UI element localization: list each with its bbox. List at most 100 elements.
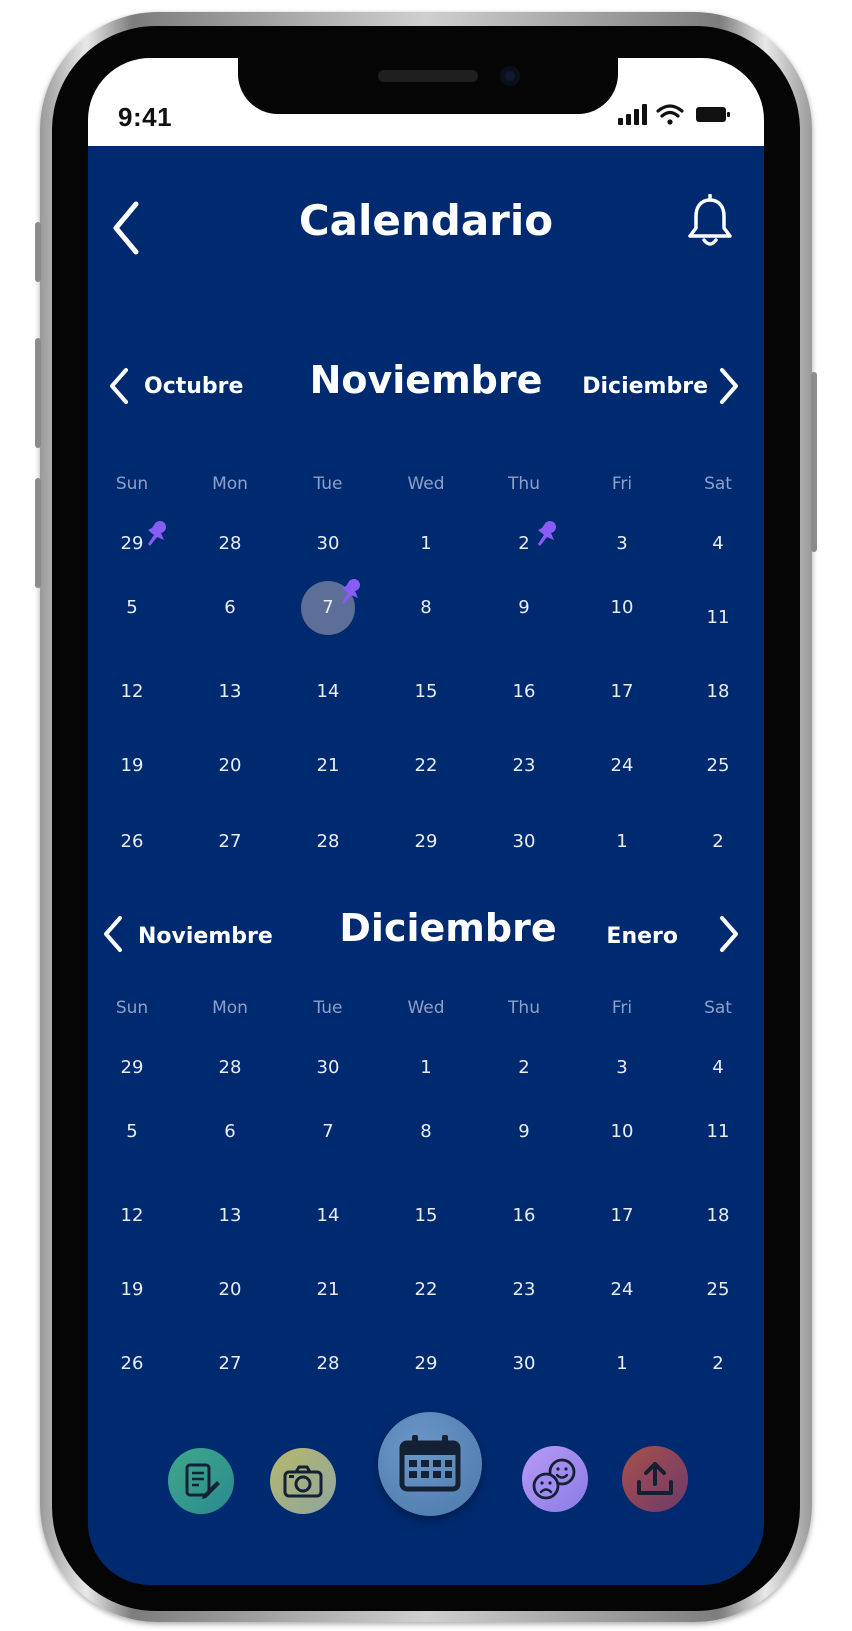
calendar-day[interactable]: 29: [401, 1350, 451, 1378]
calendar-day[interactable]: 1: [401, 530, 451, 558]
calendar-day[interactable]: 25: [693, 752, 743, 780]
calendar-day[interactable]: 22: [401, 1276, 451, 1304]
calendar-day[interactable]: 10: [597, 1118, 647, 1146]
month-nav-noviembre: Octubre Noviembre Diciembre: [88, 358, 764, 418]
calendar-day[interactable]: 19: [107, 752, 157, 780]
calendar-day[interactable]: 30: [499, 1350, 549, 1378]
calendar-day[interactable]: 24: [597, 752, 647, 780]
weekday-header: Thu: [508, 474, 540, 494]
status-bar: 9:41: [88, 58, 764, 146]
calendar-day[interactable]: 26: [107, 828, 157, 856]
calendar-day[interactable]: 23: [499, 1276, 549, 1304]
calendar-day[interactable]: 8: [401, 594, 451, 622]
mood-tab-button[interactable]: [522, 1446, 588, 1512]
weekday-header: Wed: [407, 474, 445, 494]
calendar-day[interactable]: 29: [401, 828, 451, 856]
calendar-day[interactable]: 28: [205, 530, 255, 558]
front-camera: [500, 66, 520, 86]
calendar-day[interactable]: 2: [693, 828, 743, 856]
calendar-day[interactable]: 4: [693, 1054, 743, 1082]
calendar-day[interactable]: 28: [205, 1054, 255, 1082]
calendar-day[interactable]: 22: [401, 752, 451, 780]
next-month-label[interactable]: Diciembre: [582, 374, 708, 399]
calendar-day[interactable]: 10: [597, 594, 647, 622]
calendar-day[interactable]: 14: [303, 1202, 353, 1230]
calendar-day[interactable]: 1: [597, 828, 647, 856]
calendar-day[interactable]: 23: [499, 752, 549, 780]
calendar-day[interactable]: 13: [205, 1202, 255, 1230]
calendar-day[interactable]: 28: [303, 828, 353, 856]
weekday-header: Fri: [611, 998, 633, 1018]
bell-icon: [688, 193, 732, 246]
calendar-day[interactable]: 20: [205, 1276, 255, 1304]
calendar-day[interactable]: 15: [401, 1202, 451, 1230]
calendar-day[interactable]: 17: [597, 678, 647, 706]
calendar-day[interactable]: 4: [693, 530, 743, 558]
calendar-day[interactable]: 27: [205, 828, 255, 856]
calendar-day[interactable]: 30: [303, 530, 353, 558]
calendar-day[interactable]: 12: [107, 1202, 157, 1230]
calendar-day[interactable]: 16: [499, 678, 549, 706]
bottom-tab-bar: [88, 1388, 764, 1585]
calendar-day[interactable]: 14: [303, 678, 353, 706]
calendar-day[interactable]: 9: [499, 1118, 549, 1146]
cellular-signal-icon: [618, 104, 647, 125]
wifi-icon: [656, 104, 684, 125]
pin-icon: [532, 520, 560, 548]
month-nav-diciembre: Noviembre Diciembre Enero: [88, 906, 764, 966]
calendar-tab-button[interactable]: [378, 1412, 482, 1516]
calendar-day[interactable]: 25: [693, 1276, 743, 1304]
notifications-button[interactable]: [686, 193, 734, 250]
mute-switch: [35, 222, 41, 282]
calendar-day[interactable]: 17: [597, 1202, 647, 1230]
calendar-day[interactable]: 2: [693, 1350, 743, 1378]
weekday-header: Sun: [115, 474, 149, 494]
calendar-day[interactable]: 1: [401, 1054, 451, 1082]
calendar-day[interactable]: 13: [205, 678, 255, 706]
calendar-day[interactable]: 27: [205, 1350, 255, 1378]
calendar-day[interactable]: 15: [401, 678, 451, 706]
weekday-header: Wed: [407, 998, 445, 1018]
calendar-day[interactable]: 5: [107, 1118, 157, 1146]
notes-tab-button[interactable]: [168, 1448, 234, 1514]
calendar-day[interactable]: 6: [205, 594, 255, 622]
calendar-day[interactable]: 11: [693, 1118, 743, 1146]
calendar-day[interactable]: 1: [597, 1350, 647, 1378]
calendar-day[interactable]: 3: [597, 530, 647, 558]
calendar-day[interactable]: 29: [107, 1054, 157, 1082]
next-month-chevron-icon[interactable]: [714, 366, 744, 406]
calendar-day[interactable]: 30: [303, 1054, 353, 1082]
calendar-day[interactable]: 12: [107, 678, 157, 706]
calendar-day[interactable]: 9: [499, 594, 549, 622]
calendar-day[interactable]: 5: [107, 594, 157, 622]
calendar-day[interactable]: 8: [401, 1118, 451, 1146]
calendar-day[interactable]: 20: [205, 752, 255, 780]
calendar-day[interactable]: 21: [303, 1276, 353, 1304]
calendar-day[interactable]: 30: [499, 828, 549, 856]
calendar-day[interactable]: 7: [303, 1118, 353, 1146]
calendar-day[interactable]: 11: [693, 604, 743, 632]
calendar-day[interactable]: 16: [499, 1202, 549, 1230]
upload-tab-button[interactable]: [622, 1446, 688, 1512]
camera-icon: [283, 1465, 323, 1498]
next-month-chevron-icon[interactable]: [714, 914, 744, 954]
next-month-label[interactable]: Enero: [606, 924, 678, 949]
camera-tab-button[interactable]: [270, 1448, 336, 1514]
weekday-header: Sat: [704, 998, 732, 1018]
calendar-day[interactable]: 19: [107, 1276, 157, 1304]
weekday-header: Mon: [212, 998, 248, 1018]
status-time: 9:41: [118, 102, 173, 132]
calendar-day[interactable]: 6: [205, 1118, 255, 1146]
calendar-day[interactable]: 3: [597, 1054, 647, 1082]
calendar-day[interactable]: 24: [597, 1276, 647, 1304]
speaker-grille: [378, 70, 478, 82]
calendar-day[interactable]: 21: [303, 752, 353, 780]
weekday-header: Sat: [704, 474, 732, 494]
calendar-day[interactable]: 26: [107, 1350, 157, 1378]
calendar-day[interactable]: 28: [303, 1350, 353, 1378]
mood-faces-icon: [532, 1458, 576, 1500]
calendar-day[interactable]: 18: [693, 1202, 743, 1230]
weekday-header: Tue: [313, 474, 343, 494]
calendar-day[interactable]: 2: [499, 1054, 549, 1082]
calendar-day[interactable]: 18: [693, 678, 743, 706]
